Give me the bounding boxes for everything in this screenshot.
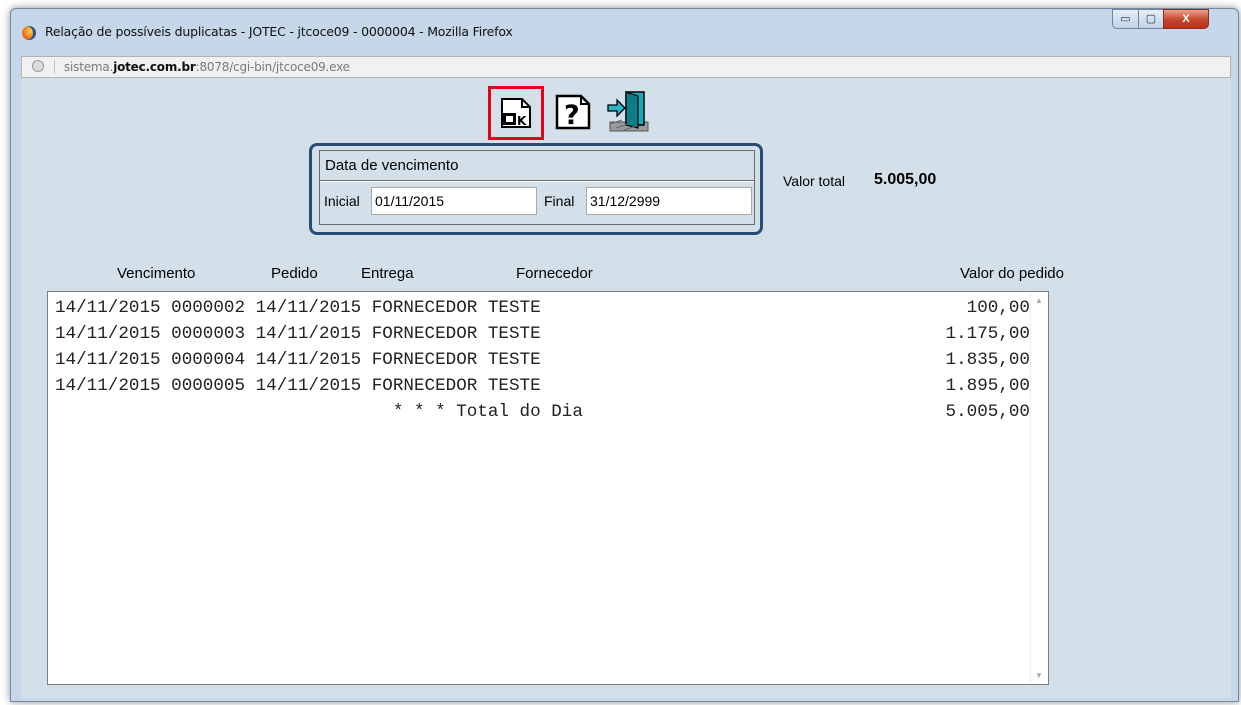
list-item[interactable]: 14/11/2015 0000003 14/11/2015 FORNECEDOR… <box>55 321 1030 347</box>
globe-icon <box>32 60 44 72</box>
list-item-total[interactable]: * * * Total do Dia 5.005,00 <box>55 399 1030 425</box>
url-domain: jotec.com.br <box>113 60 196 74</box>
duplicates-listbox[interactable]: 14/11/2015 0000002 14/11/2015 FORNECEDOR… <box>47 291 1049 685</box>
minimize-icon: ▭ <box>1120 13 1131 25</box>
ok-button[interactable]: K <box>488 86 544 140</box>
list-item[interactable]: 14/11/2015 0000002 14/11/2015 FORNECEDOR… <box>55 295 1030 321</box>
date-legend: Data de vencimento <box>325 157 459 174</box>
valor-total-label: Valor total <box>783 173 845 189</box>
list-item[interactable]: 14/11/2015 0000005 14/11/2015 FORNECEDOR… <box>55 373 1030 399</box>
url-text: sistema.jotec.com.br:8078/cgi-bin/jtcoce… <box>64 60 350 74</box>
help-button[interactable]: ? <box>554 93 592 131</box>
row-text: 14/11/2015 0000002 14/11/2015 FORNECEDOR… <box>55 298 541 318</box>
exit-button[interactable] <box>604 90 652 134</box>
url-prefix: sistema. <box>64 60 114 74</box>
maximize-icon: ▢ <box>1145 13 1157 25</box>
svg-text:K: K <box>517 114 527 128</box>
list-scrollbar[interactable]: ▲ ▼ <box>1030 292 1048 684</box>
row-text: * * * Total do Dia <box>55 402 583 422</box>
exit-icon <box>607 91 649 132</box>
row-amount: 100,00 <box>966 298 1030 318</box>
row-amount: 5.005,00 <box>945 402 1030 422</box>
row-text: 14/11/2015 0000003 14/11/2015 FORNECEDOR… <box>55 324 541 344</box>
final-date-input[interactable] <box>586 187 752 215</box>
svg-text:?: ? <box>564 100 580 131</box>
url-bar[interactable]: sistema.jotec.com.br:8078/cgi-bin/jtcoce… <box>21 56 1231 78</box>
url-separator <box>54 60 55 74</box>
col-vencimento: Vencimento <box>117 265 196 282</box>
maximize-button[interactable]: ▢ <box>1138 9 1164 29</box>
scroll-up-icon[interactable]: ▲ <box>1035 296 1043 305</box>
row-amount: 1.175,00 <box>945 324 1030 344</box>
ok-icon: K <box>501 98 531 128</box>
date-fieldset: Data de vencimento Inicial Final <box>319 150 755 225</box>
row-text: 14/11/2015 0000005 14/11/2015 FORNECEDOR… <box>55 376 541 396</box>
browser-window: Relação de possíveis duplicatas - JOTEC … <box>10 8 1239 702</box>
inicial-date-input[interactable] <box>371 187 537 215</box>
scroll-down-icon[interactable]: ▼ <box>1035 671 1043 680</box>
valor-total-value: 5.005,00 <box>874 171 937 188</box>
close-icon: X <box>1182 13 1190 25</box>
url-path: :8078/cgi-bin/jtcoce09.exe <box>195 60 350 74</box>
col-pedido: Pedido <box>271 265 318 282</box>
firefox-icon <box>22 26 36 40</box>
close-button[interactable]: X <box>1163 9 1209 29</box>
fieldset-divider <box>320 180 754 182</box>
row-amount: 1.835,00 <box>945 350 1030 370</box>
col-entrega: Entrega <box>361 265 414 282</box>
list-rows: 14/11/2015 0000002 14/11/2015 FORNECEDOR… <box>55 295 1030 425</box>
col-fornecedor: Fornecedor <box>516 265 593 282</box>
window-title: Relação de possíveis duplicatas - JOTEC … <box>45 24 513 39</box>
page-content: K ? Data de vencimento Inicial 01/11/201… <box>21 78 1231 698</box>
minimize-button[interactable]: ▭ <box>1112 9 1139 29</box>
row-text: 14/11/2015 0000004 14/11/2015 FORNECEDOR… <box>55 350 541 370</box>
help-icon: ? <box>555 94 591 131</box>
row-amount: 1.895,00 <box>945 376 1030 396</box>
list-item[interactable]: 14/11/2015 0000004 14/11/2015 FORNECEDOR… <box>55 347 1030 373</box>
final-label: Final <box>544 193 575 209</box>
inicial-label: Inicial <box>324 193 360 209</box>
date-filter-box: Data de vencimento Inicial Final <box>309 143 763 235</box>
col-valor: Valor do pedido <box>960 265 1064 282</box>
title-bar: Relação de possíveis duplicatas - JOTEC … <box>11 9 1238 53</box>
